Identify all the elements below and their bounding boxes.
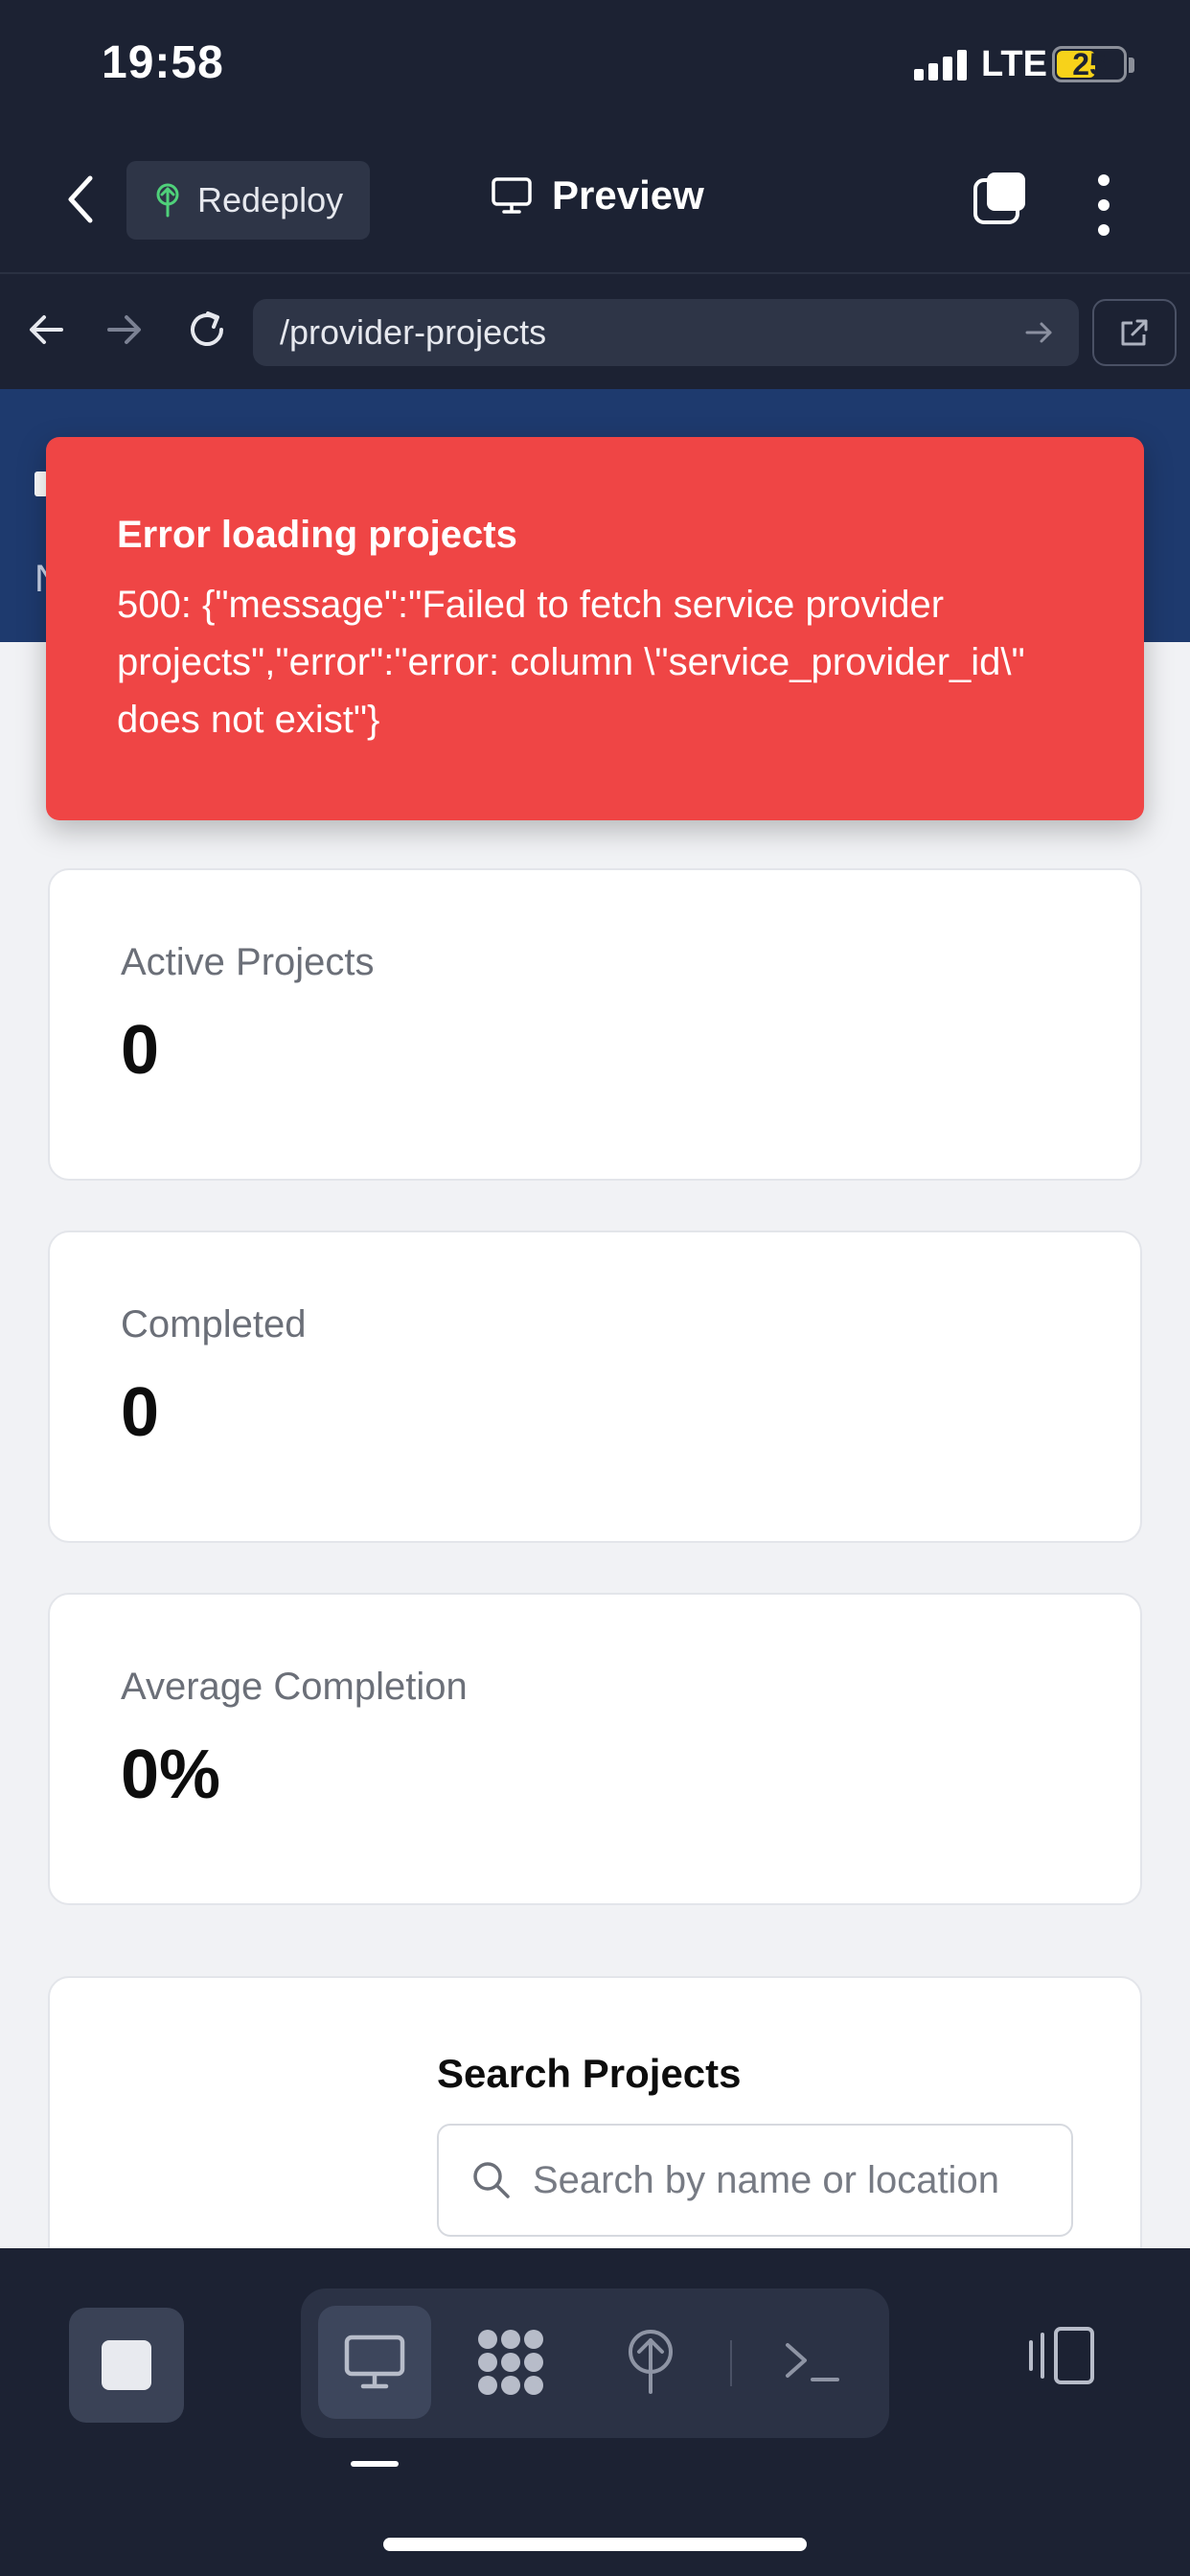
- app-header: Redeploy Preview: [0, 134, 1190, 274]
- deploy-tree-icon: [629, 2330, 673, 2394]
- browser-back-button[interactable]: [19, 303, 73, 356]
- error-toast[interactable]: Error loading projects 500: {"message":"…: [46, 437, 1144, 820]
- panel-toggle-icon[interactable]: [1025, 2325, 1098, 2386]
- stat-card-active-projects: Active Projects 0: [48, 868, 1142, 1181]
- stat-label: Completed: [121, 1303, 307, 1346]
- search-label: Search Projects: [437, 2051, 742, 2096]
- search-field[interactable]: [437, 2124, 1073, 2237]
- search-icon: [473, 2162, 510, 2198]
- url-go-arrow-icon[interactable]: [1023, 316, 1056, 349]
- reload-icon: [191, 311, 223, 346]
- reload-button[interactable]: [180, 303, 234, 356]
- stat-label: Active Projects: [121, 941, 375, 983]
- redeploy-label: Redeploy: [197, 180, 344, 219]
- arrow-left-icon: [30, 315, 63, 344]
- url-bar: /provider-projects: [0, 274, 1190, 389]
- bottom-toolbar: [0, 2248, 1190, 2576]
- deploy-tree-icon: [156, 183, 179, 218]
- stop-button[interactable]: [69, 2308, 184, 2423]
- home-indicator: [383, 2538, 807, 2551]
- more-vertical-icon[interactable]: [1092, 174, 1115, 236]
- search-input[interactable]: [533, 2158, 1069, 2202]
- url-text: /provider-projects: [280, 312, 547, 352]
- error-message: 500: {"message":"Failed to fetch service…: [117, 584, 1025, 741]
- monitor-icon: [492, 177, 532, 214]
- stat-value: 0%: [121, 1736, 221, 1813]
- status-time: 19:58: [102, 37, 224, 88]
- preview-label: Preview: [552, 172, 704, 218]
- open-external-button[interactable]: [1092, 299, 1177, 366]
- tool-preview[interactable]: [318, 2306, 431, 2419]
- tool-deployments[interactable]: [594, 2306, 707, 2419]
- browser-forward-button[interactable]: [98, 303, 151, 356]
- stat-card-completed: Completed 0: [48, 1230, 1142, 1543]
- chevron-left-icon[interactable]: [59, 171, 102, 228]
- search-card: Search Projects: [48, 1976, 1142, 2248]
- stat-label: Average Completion: [121, 1666, 468, 1708]
- status-bar: 19:58 LTE 25: [0, 0, 1190, 134]
- tool-switcher: [301, 2288, 889, 2438]
- monitor-icon: [344, 2334, 405, 2389]
- preview-title: Preview: [491, 172, 704, 218]
- error-title: Error loading projects: [117, 514, 517, 556]
- terminal-icon: [786, 2343, 839, 2381]
- active-tool-indicator: [351, 2461, 399, 2467]
- redeploy-button[interactable]: Redeploy: [126, 161, 370, 240]
- url-input[interactable]: /provider-projects: [253, 299, 1079, 366]
- battery-level: 25: [1072, 47, 1107, 81]
- battery-icon: 25: [1052, 46, 1127, 82]
- workflow-icon: [478, 2330, 543, 2395]
- stat-value: 0: [121, 1374, 160, 1451]
- stat-value: 0: [121, 1012, 160, 1089]
- arrow-right-icon: [107, 315, 141, 344]
- tabs-icon[interactable]: [972, 169, 1031, 228]
- network-label: LTE: [981, 44, 1047, 84]
- tool-shell[interactable]: [755, 2306, 868, 2419]
- page-content: N Error loading projects 500: {"message"…: [0, 389, 1190, 2248]
- stop-icon: [102, 2340, 151, 2390]
- external-link-icon: [1121, 319, 1148, 346]
- tool-workflows[interactable]: [454, 2306, 567, 2419]
- toolbar-divider: [730, 2340, 732, 2386]
- signal-icon: [914, 50, 968, 80]
- stat-card-average-completion: Average Completion 0%: [48, 1593, 1142, 1905]
